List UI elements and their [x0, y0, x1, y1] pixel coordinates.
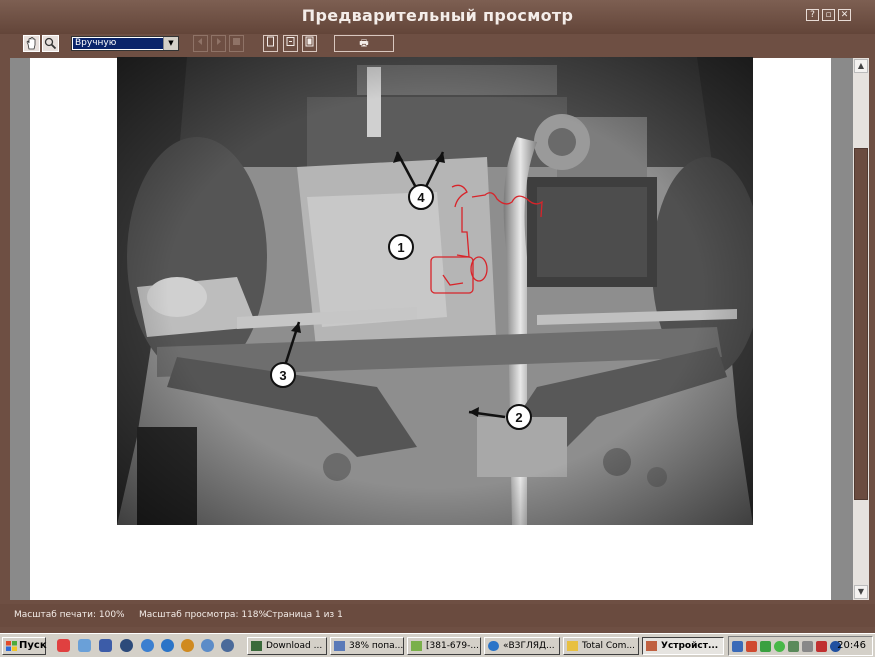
- zoom-mode-value: Вручную: [73, 38, 163, 49]
- devices-app-icon: [646, 641, 657, 651]
- magnifier-icon: [44, 37, 57, 50]
- vertical-scrollbar[interactable]: ▲ ▼: [853, 58, 869, 600]
- browser-app-icon: [334, 641, 345, 651]
- single-page-icon: [267, 36, 274, 47]
- print-button[interactable]: 🖶: [334, 35, 394, 52]
- windows-logo-icon: [6, 641, 17, 651]
- tray-hourglass-icon[interactable]: [732, 641, 743, 652]
- page-width-icon: [286, 37, 295, 46]
- task-label: Total Com...: [582, 641, 636, 651]
- whole-page-button[interactable]: [302, 35, 317, 52]
- task-label: Download ...: [266, 641, 323, 651]
- callout-4-label: 4: [417, 190, 425, 205]
- quicklaunch-network-icon[interactable]: [78, 639, 91, 652]
- task-download[interactable]: Download ...: [247, 637, 327, 655]
- task-label: [381-679-...: [426, 641, 479, 651]
- zoom-mode-select[interactable]: Вручную ▼: [71, 36, 179, 51]
- status-bar: Масштаб печати: 100% Масштаб просмотра: …: [0, 604, 875, 627]
- task-label: «ВЗГЛЯД...: [503, 641, 555, 651]
- single-page-button[interactable]: [263, 35, 278, 52]
- download-app-icon: [251, 641, 262, 651]
- hand-icon: [26, 37, 36, 50]
- start-label: Пуск: [19, 640, 47, 651]
- quicklaunch-add-icon[interactable]: [57, 639, 70, 652]
- task-label: Устройст...: [661, 641, 719, 651]
- browser-app-icon: [411, 641, 422, 651]
- prev-page-button[interactable]: [193, 35, 208, 52]
- quicklaunch-player-icon[interactable]: [141, 639, 154, 652]
- close-button[interactable]: ✕: [838, 9, 851, 21]
- system-tray: 20:46: [728, 636, 873, 656]
- help-button[interactable]: ?: [806, 9, 819, 21]
- scroll-up-button[interactable]: ▲: [854, 59, 868, 73]
- tray-volume-icon[interactable]: [802, 641, 813, 652]
- page-indicator: Страница 1 из 1: [266, 610, 343, 620]
- callout-3-label: 3: [279, 368, 286, 383]
- clock[interactable]: 20:46: [837, 637, 866, 655]
- callout-2-label: 2: [515, 410, 522, 425]
- task-total-commander[interactable]: Total Com...: [563, 637, 639, 655]
- last-page-button[interactable]: [229, 35, 244, 52]
- task-browser-2[interactable]: [381-679-...: [407, 637, 481, 655]
- arrow-left-icon: [198, 38, 202, 45]
- callout-1-label: 1: [397, 240, 404, 255]
- taskbar: Пуск Download ... 38% попа... [381-679-.…: [0, 633, 875, 657]
- quicklaunch-mail-icon[interactable]: [201, 639, 214, 652]
- page-stack-icon: [233, 38, 240, 45]
- view-scale-text: Масштаб просмотра: 118%: [139, 610, 268, 620]
- quicklaunch-ie-icon[interactable]: [221, 639, 234, 652]
- quicklaunch-browser-icon[interactable]: [161, 639, 174, 652]
- quicklaunch-save-icon[interactable]: [99, 639, 112, 652]
- next-page-button[interactable]: [211, 35, 226, 52]
- tray-language-flag-icon[interactable]: [816, 641, 827, 652]
- task-devices[interactable]: Устройст...: [642, 637, 724, 655]
- zoom-tool-button[interactable]: [42, 35, 59, 52]
- window-title: Предварительный просмотр: [301, 6, 574, 25]
- print-preview-window: Предварительный просмотр ? ▫ ✕ 🖶 Вручную…: [0, 0, 875, 633]
- chevron-down-icon[interactable]: ▼: [163, 37, 178, 50]
- scroll-down-button[interactable]: ▼: [854, 585, 868, 599]
- scroll-thumb[interactable]: [854, 148, 868, 500]
- hand-tool-button[interactable]: [23, 35, 40, 52]
- title-bar[interactable]: Предварительный просмотр ? ▫ ✕: [0, 0, 875, 34]
- arrow-right-icon: [217, 38, 221, 45]
- task-browser-3[interactable]: «ВЗГЛЯД...: [484, 637, 560, 655]
- total-commander-icon: [567, 641, 578, 651]
- engine-underside-photo: 1 2 3 4: [117, 57, 753, 525]
- tray-network-icon[interactable]: [788, 641, 799, 652]
- quicklaunch-app-icon[interactable]: [181, 639, 194, 652]
- tray-messenger-icon[interactable]: [760, 641, 771, 652]
- tray-icq-icon[interactable]: [774, 641, 785, 652]
- print-scale-text: Масштаб печати: 100%: [14, 610, 125, 620]
- task-label: 38% попа...: [349, 641, 404, 651]
- page-width-button[interactable]: [283, 35, 298, 52]
- ie-app-icon: [488, 641, 499, 651]
- task-browser-1[interactable]: 38% попа...: [330, 637, 404, 655]
- start-button[interactable]: Пуск: [2, 637, 47, 655]
- quicklaunch-media-icon[interactable]: [120, 639, 133, 652]
- whole-page-icon: [305, 36, 314, 47]
- tray-antivirus-icon[interactable]: [746, 641, 757, 652]
- photo-drawing: 1 2 3 4: [117, 57, 753, 525]
- restore-button[interactable]: ▫: [822, 9, 835, 21]
